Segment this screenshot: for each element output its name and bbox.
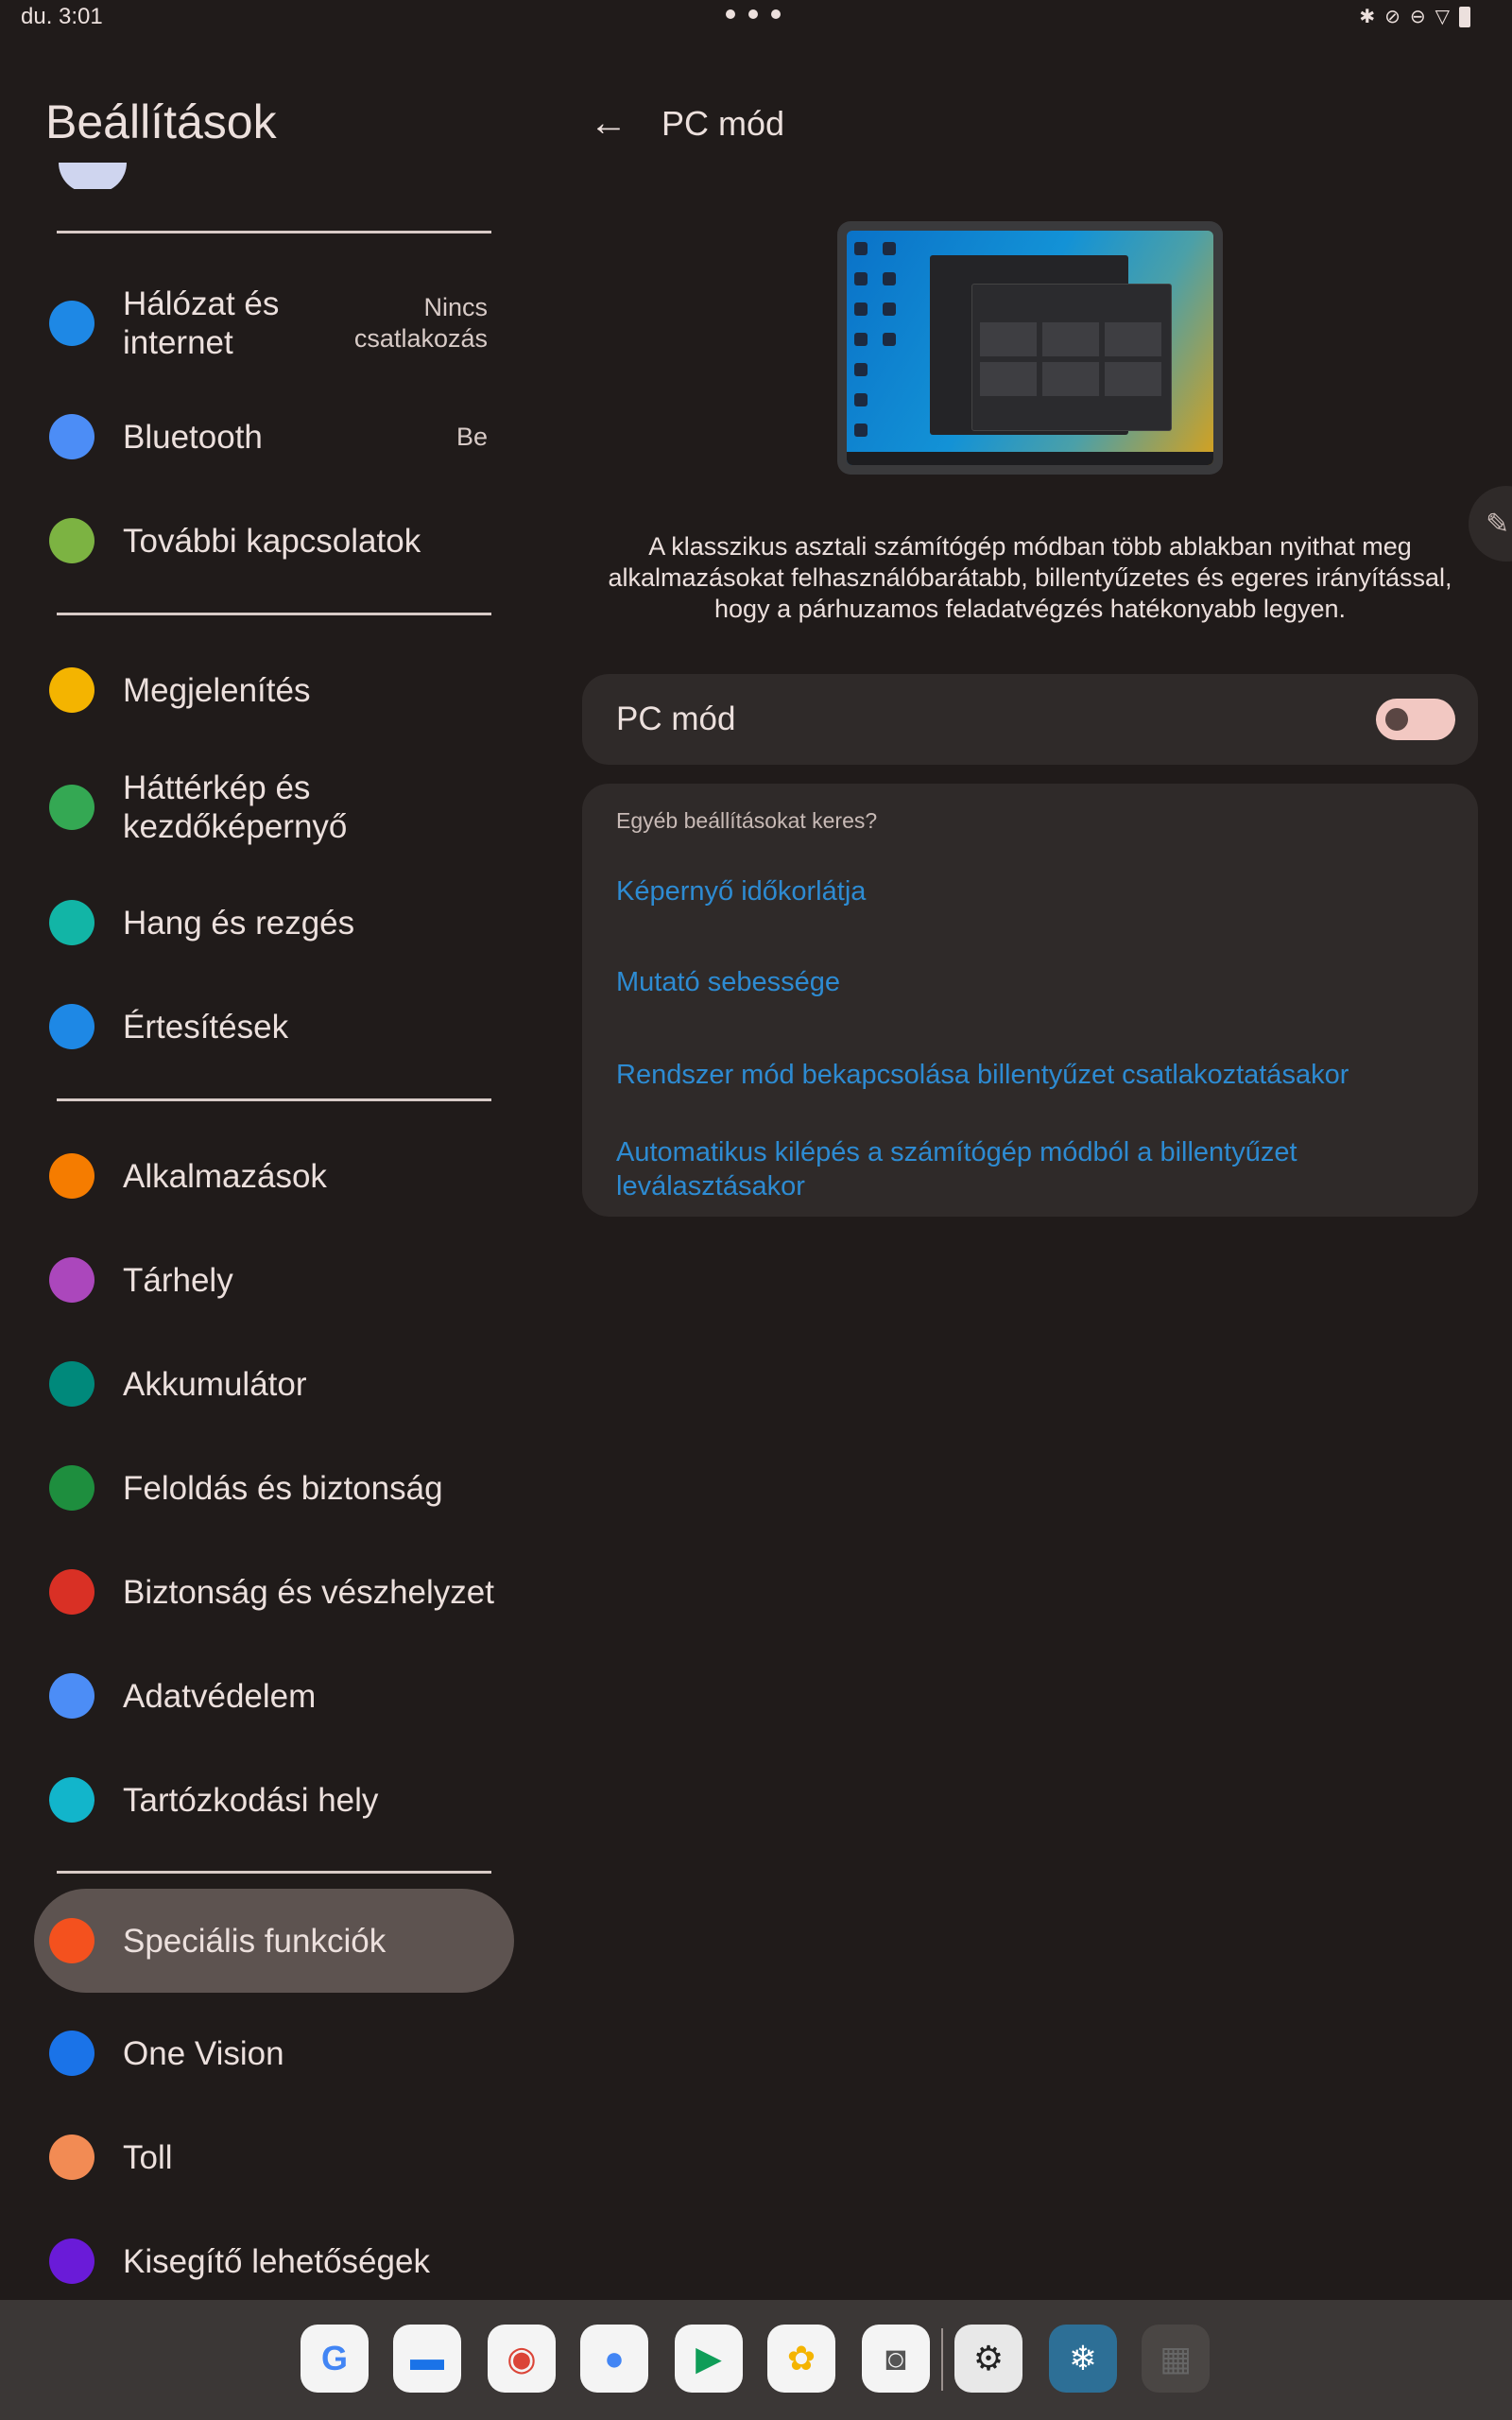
sidebar-item-label: Adatvédelem: [123, 1677, 317, 1715]
sidebar-item[interactable]: Speciális funkciók: [34, 1889, 514, 1993]
lock-icon: [49, 1465, 94, 1511]
snowflake-app-icon[interactable]: ❄: [1049, 2325, 1117, 2393]
sidebar-item[interactable]: Értesítések: [34, 981, 514, 1072]
privacy-eye-icon: [49, 1673, 94, 1719]
pc-mode-toggle-row[interactable]: PC mód: [582, 674, 1478, 765]
location-icon: [49, 1777, 94, 1823]
apps-grid-icon: [49, 1153, 94, 1199]
bluetooth-status-icon: ✱: [1359, 7, 1376, 27]
sidebar-item-label: További kapcsolatok: [123, 522, 421, 560]
divider: [57, 613, 491, 615]
sidebar-item-label: Tartózkodási hely: [123, 1781, 379, 1819]
star-icon: [49, 1918, 94, 1963]
pen-shortcut-handle[interactable]: ✎: [1469, 486, 1512, 562]
bluetooth-icon: [49, 414, 94, 459]
status-icons: ✱ ⊘ ⊖ ▽: [1359, 6, 1470, 28]
pc-mode-toggle-label: PC mód: [616, 700, 736, 737]
dnd-icon: ⊖: [1409, 7, 1426, 27]
wifi-status-icon: ▽: [1435, 7, 1450, 27]
storage-icon: [49, 1257, 94, 1303]
status-bar: du. 3:01 ✱ ⊘ ⊖ ▽: [0, 0, 1512, 38]
sidebar-item-label: Kisegítő lehetőségek: [123, 2242, 430, 2280]
page-title: PC mód: [662, 104, 785, 143]
avatar-clip: [38, 189, 510, 214]
sidebar-item[interactable]: Toll: [34, 2112, 514, 2203]
accessibility-icon: [49, 2238, 94, 2284]
sidebar-item-summary: Nincs csatlakozás: [353, 293, 488, 353]
wifi-icon: [49, 301, 94, 346]
taskbar: G ▬ ◉ ● ▶ ✿ ◙ ⚙ ❄ ▦: [0, 2300, 1512, 2420]
sidebar-item[interactable]: Tárhely: [34, 1235, 514, 1325]
sidebar-item-label: Bluetooth: [123, 418, 263, 456]
settings-title: Beállítások: [45, 95, 277, 148]
sidebar-item[interactable]: Tartózkodási hely: [34, 1754, 514, 1845]
brightness-icon: [49, 667, 94, 713]
sidebar-item-label: Hang és rezgés: [123, 904, 355, 942]
link-pointer-speed[interactable]: Mutató sebessége: [616, 965, 1448, 999]
related-settings-heading: Egyéb beállításokat keres?: [616, 808, 878, 833]
pc-mode-switch[interactable]: [1376, 699, 1455, 740]
volume-icon: [49, 900, 94, 945]
sidebar-item-summary: Be: [455, 422, 488, 451]
divider: [57, 1871, 491, 1874]
devices-icon: [49, 518, 94, 563]
back-arrow-icon[interactable]: ←: [590, 102, 631, 144]
link-exit-on-keyboard-detach[interactable]: Automatikus kilépés a számítógép módból …: [616, 1135, 1448, 1203]
related-settings-card: Egyéb beállításokat keres? Képernyő idők…: [582, 784, 1478, 1217]
one-vision-icon: [49, 2031, 94, 2076]
sidebar-item-label: Akkumulátor: [123, 1365, 307, 1403]
pen-icon: ✎: [1486, 508, 1510, 540]
sidebar-item[interactable]: Hang és rezgés: [34, 877, 514, 968]
pen-icon: [49, 2135, 94, 2180]
app-drawer-icon[interactable]: ▦: [1142, 2325, 1210, 2393]
taskbar-divider: [941, 2328, 943, 2391]
sidebar-item-label: Tárhely: [123, 1261, 233, 1299]
bell-icon: [49, 1004, 94, 1049]
status-time: du. 3:01: [21, 4, 103, 29]
assistant-icon[interactable]: ●: [580, 2325, 648, 2393]
play-store-icon[interactable]: ▶: [675, 2325, 743, 2393]
sidebar-item-label: Feloldás és biztonság: [123, 1469, 443, 1507]
camera-icon[interactable]: ◙: [862, 2325, 930, 2393]
sidebar-item[interactable]: Biztonság és vészhelyzet: [34, 1547, 514, 1637]
sidebar-item[interactable]: További kapcsolatok: [34, 495, 514, 586]
pc-mode-description: A klasszikus asztali számítógép módban t…: [608, 532, 1452, 623]
sidebar-item-label: Biztonság és vészhelyzet: [123, 1573, 494, 1611]
divider: [57, 1098, 491, 1101]
sidebar-item[interactable]: Alkalmazások: [34, 1131, 514, 1221]
link-enable-on-keyboard[interactable]: Rendszer mód bekapcsolása billentyűzet c…: [616, 1058, 1448, 1092]
sidebar-item[interactable]: Megjelenítés: [34, 645, 514, 735]
chrome-icon[interactable]: ◉: [488, 2325, 556, 2393]
sidebar-item[interactable]: Háttérkép és kezdőképernyő: [34, 762, 514, 853]
sidebar-item-label: Háttérkép és kezdőképernyő: [123, 769, 348, 845]
vibrate-off-icon: ⊘: [1384, 7, 1400, 27]
sidebar-item[interactable]: Hálózat és internet Nincs csatlakozás: [34, 278, 514, 369]
sidebar-item-label: Értesítések: [123, 1008, 289, 1046]
link-screen-timeout[interactable]: Képernyő időkorlátja: [616, 874, 1448, 908]
sidebar-item[interactable]: One Vision: [34, 2008, 514, 2099]
sidebar-item-label: One Vision: [123, 2034, 284, 2072]
sidebar-item-label: Alkalmazások: [123, 1157, 327, 1195]
messages-icon[interactable]: ▬: [393, 2325, 461, 2393]
sidebar-item-label: Toll: [123, 2138, 173, 2176]
sidebar-item[interactable]: Feloldás és biztonság: [34, 1443, 514, 1533]
sidebar-item[interactable]: Adatvédelem: [34, 1651, 514, 1741]
emergency-icon: [49, 1569, 94, 1615]
wallpaper-icon: [49, 785, 94, 830]
sidebar-item[interactable]: Kisegítő lehetőségek: [34, 2216, 514, 2307]
settings-gear-icon[interactable]: ⚙: [954, 2325, 1022, 2393]
photos-icon[interactable]: ✿: [767, 2325, 835, 2393]
sidebar-item-label: Speciális funkciók: [123, 1922, 387, 1960]
battery-icon: [49, 1361, 94, 1407]
pc-mode-illustration: [837, 221, 1223, 475]
battery-status-icon: [1459, 7, 1470, 27]
sidebar-item[interactable]: Akkumulátor: [34, 1339, 514, 1429]
google-icon[interactable]: G: [301, 2325, 369, 2393]
multitask-dots[interactable]: [726, 9, 781, 19]
sidebar-item[interactable]: Bluetooth Be: [34, 391, 514, 482]
divider: [57, 231, 491, 233]
sidebar-item-label: Hálózat és internet: [123, 285, 280, 361]
sidebar-item-label: Megjelenítés: [123, 671, 311, 709]
